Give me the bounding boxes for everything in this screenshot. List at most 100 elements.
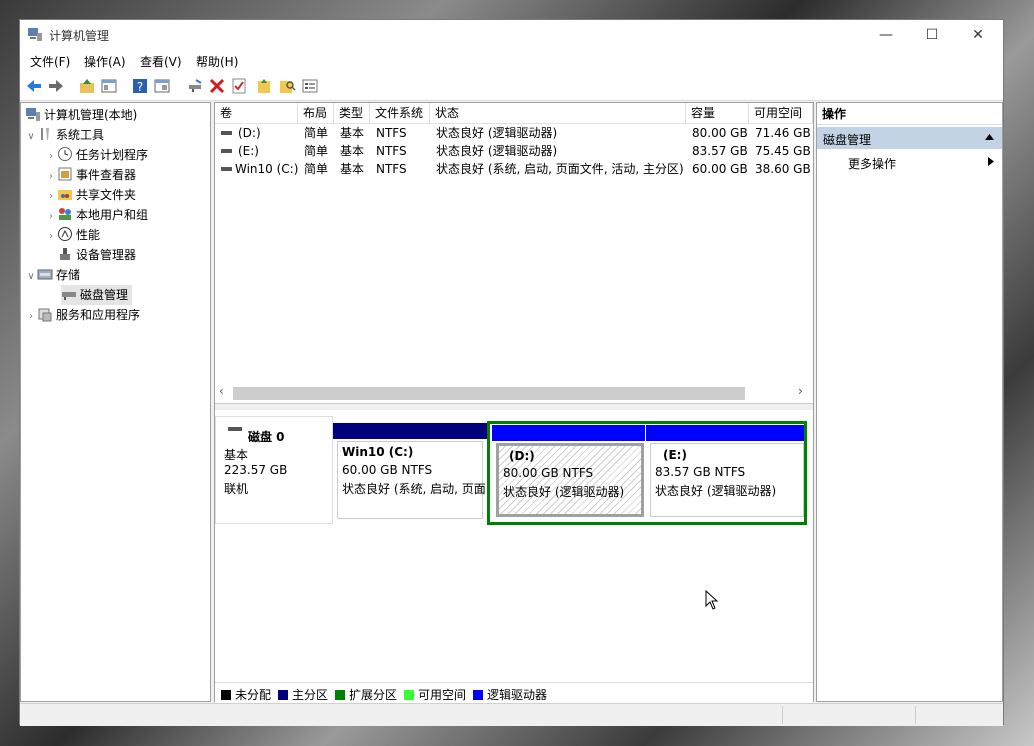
legend-free-space: 可用空间: [404, 686, 466, 703]
tree-label: 设备管理器: [76, 248, 137, 262]
tree-label: 服务和应用程序: [56, 308, 141, 322]
scroll-left-icon[interactable]: ‹: [219, 384, 224, 398]
more-actions-item[interactable]: 更多操作: [817, 151, 1002, 173]
tree-item-storage[interactable]: ∨ 存储: [25, 265, 80, 285]
column-free-space[interactable]: 可用空间: [749, 103, 813, 123]
menu-view[interactable]: 查看(V): [140, 53, 182, 70]
column-capacity[interactable]: 容量: [686, 103, 749, 123]
services-icon: [38, 308, 52, 322]
disk-0-info[interactable]: 磁盘 0 基本 223.57 GB 联机: [215, 416, 333, 524]
yellow-folder-icon[interactable]: [255, 77, 273, 95]
show-hide-tree-icon[interactable]: [100, 77, 118, 95]
tree-item-device-manager[interactable]: 设备管理器: [45, 245, 136, 265]
disk-drive-icon: [62, 292, 76, 300]
minimize-button[interactable]: —: [863, 20, 909, 50]
horizontal-scrollbar[interactable]: ‹ ›: [215, 383, 813, 401]
volume-status: 状态良好 (逻辑驱动器): [436, 126, 558, 140]
partition-c[interactable]: Win10 (C:) 60.00 GB NTFS 状态良好 (系统, 启动, 页…: [333, 423, 487, 523]
tree-item-root[interactable]: 计算机管理(本地): [25, 105, 137, 125]
chevron-right-icon[interactable]: ›: [25, 307, 37, 327]
delete-icon[interactable]: [208, 77, 226, 95]
tree-item-services-apps[interactable]: › 服务和应用程序: [25, 305, 140, 325]
chevron-right-icon[interactable]: ›: [45, 207, 57, 227]
volume-capacity: 80.00 GB: [692, 126, 748, 140]
menu-action[interactable]: 操作(A): [84, 53, 126, 70]
volume-row[interactable]: (D:) 简单 基本 NTFS 状态良好 (逻辑驱动器) 80.00 GB 71…: [215, 124, 813, 142]
chevron-right-icon[interactable]: ›: [45, 227, 57, 247]
partition-size: 80.00 GB NTFS: [503, 466, 594, 480]
menu-help[interactable]: 帮助(H): [196, 53, 238, 70]
partition-body-selected: (D:) 80.00 GB NTFS 状态良好 (逻辑驱动器): [496, 443, 644, 517]
connect-drive-icon[interactable]: [186, 77, 204, 95]
chevron-right-icon[interactable]: ›: [45, 147, 57, 167]
tree-label: 计算机管理(本地): [44, 108, 138, 122]
forward-arrow-icon[interactable]: [47, 77, 65, 95]
partition-status: 状态良好 (逻辑驱动器): [655, 484, 777, 498]
tree-item-event-viewer[interactable]: › 事件查看器: [45, 165, 136, 185]
volume-filesystem: NTFS: [376, 162, 407, 176]
column-layout[interactable]: 布局: [298, 103, 334, 123]
column-status[interactable]: 状态: [430, 103, 686, 123]
disk-size: 223.57 GB: [224, 463, 288, 477]
column-volume[interactable]: 卷: [215, 103, 298, 123]
tree-item-disk-management[interactable]: 磁盘管理: [61, 285, 133, 305]
tree-label: 本地用户和组: [76, 208, 149, 222]
volume-layout: 简单: [304, 162, 329, 176]
column-filesystem[interactable]: 文件系统: [370, 103, 430, 123]
volume-free-space: 71.46 GB: [755, 126, 811, 140]
maximize-button[interactable]: ☐: [909, 20, 955, 50]
volume-type: 基本: [340, 126, 365, 140]
tree-item-system-tools[interactable]: ∨ 系统工具: [25, 125, 104, 145]
performance-icon: [58, 227, 72, 241]
logical-drive-bar: [492, 425, 645, 441]
tree-item-shared-folders[interactable]: › 共享文件夹: [45, 185, 136, 205]
legend-swatch: [473, 690, 483, 700]
chevron-down-icon[interactable]: ∨: [25, 127, 37, 147]
tree-item-performance[interactable]: › 性能: [45, 225, 100, 245]
partition-d[interactable]: (D:) 80.00 GB NTFS 状态良好 (逻辑驱动器): [491, 423, 646, 523]
title-bar: 计算机管理 — ☐ ✕: [20, 20, 1003, 50]
tree-item-local-users[interactable]: › 本地用户和组: [45, 205, 148, 225]
search-folder-icon[interactable]: [278, 77, 296, 95]
volume-free-space: 75.45 GB: [755, 144, 811, 158]
help-icon[interactable]: ?: [131, 77, 149, 95]
legend-primary: 主分区: [278, 686, 328, 703]
primary-partition-bar: [333, 423, 487, 439]
volume-status: 状态良好 (逻辑驱动器): [436, 144, 558, 158]
more-actions-label: 更多操作: [848, 157, 897, 171]
list-icon[interactable]: [301, 77, 319, 95]
close-button[interactable]: ✕: [955, 20, 1001, 50]
collapse-up-icon[interactable]: [985, 134, 994, 140]
toolbar: ?: [20, 72, 1003, 101]
tree-item-task-scheduler[interactable]: › 任务计划程序: [45, 145, 148, 165]
volume-capacity: 60.00 GB: [692, 162, 748, 176]
submenu-arrow-icon: [988, 157, 994, 166]
properties-icon[interactable]: [153, 77, 171, 95]
chevron-down-icon[interactable]: ∨: [25, 267, 37, 287]
legend-swatch: [335, 690, 345, 700]
back-arrow-icon[interactable]: [25, 77, 43, 95]
mouse-cursor-icon: [705, 590, 719, 610]
chevron-right-icon[interactable]: ›: [45, 187, 57, 207]
volume-row[interactable]: Win10 (C:) 简单 基本 NTFS 状态良好 (系统, 启动, 页面文件…: [215, 160, 813, 178]
check-icon[interactable]: [230, 77, 248, 95]
legend-swatch: [278, 690, 288, 700]
actions-section-disk-management[interactable]: 磁盘管理: [817, 127, 1002, 149]
scrollbar-thumb[interactable]: [233, 387, 745, 400]
column-type[interactable]: 类型: [334, 103, 370, 123]
disk-graphical-view: 磁盘 0 基本 223.57 GB 联机 Win10 (C:) 60.00 GB…: [215, 410, 813, 682]
folder-up-icon[interactable]: [78, 77, 96, 95]
volume-type: 基本: [340, 162, 365, 176]
actions-section-label: 磁盘管理: [823, 133, 872, 147]
status-bar: [20, 703, 1003, 726]
tree-label: 存储: [56, 268, 81, 282]
scroll-right-icon[interactable]: ›: [798, 384, 803, 398]
volume-name: (D:): [238, 126, 261, 140]
volume-row[interactable]: (E:) 简单 基本 NTFS 状态良好 (逻辑驱动器) 83.57 GB 75…: [215, 142, 813, 160]
chevron-right-icon[interactable]: ›: [45, 167, 57, 187]
partition-e[interactable]: (E:) 83.57 GB NTFS 状态良好 (逻辑驱动器): [646, 423, 804, 523]
device-manager-icon: [60, 248, 70, 260]
menu-file[interactable]: 文件(F): [30, 53, 70, 70]
menu-bar: 文件(F) 操作(A) 查看(V) 帮助(H): [20, 50, 1003, 72]
volume-layout: 简单: [304, 144, 329, 158]
